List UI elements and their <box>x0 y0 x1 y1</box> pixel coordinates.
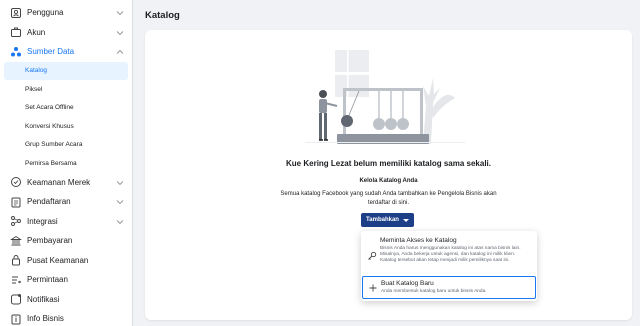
clipboard-icon <box>10 196 22 208</box>
lock-icon <box>10 254 22 266</box>
sidebar-item-pendaftaran[interactable]: Pendaftaran <box>0 192 132 212</box>
menu-item-description: Bisnis Anda harus menggunakan katalog in… <box>380 246 521 264</box>
bank-icon <box>10 235 22 247</box>
sidebar-item-label: Pusat Keamanan <box>27 255 89 265</box>
sidebar-item-akun[interactable]: Akun <box>0 23 132 43</box>
sidebar-subitem-grup-sumber-acara[interactable]: Grup Sumber Acara <box>0 136 132 155</box>
integration-icon <box>10 215 22 227</box>
users-icon <box>10 7 22 19</box>
data-sources-icon <box>10 46 22 58</box>
sidebar-subitem-piksel[interactable]: Piksel <box>0 80 132 99</box>
sidebar-item-label: Info Bisnis <box>27 314 64 324</box>
sidebar-item-label: Notifikasi <box>27 294 60 304</box>
sidebar-item-notifikasi[interactable]: Notifikasi <box>0 290 132 310</box>
chevron-down-icon <box>116 11 124 16</box>
newtons-cradle-illustration <box>305 50 465 144</box>
key-icon <box>368 251 377 260</box>
sidebar-item-label: Sumber Data <box>27 47 75 57</box>
sidebar-subitem-katalog[interactable]: Katalog <box>4 61 128 80</box>
shield-icon <box>10 176 22 188</box>
sidebar-item-sumber-data[interactable]: Sumber Data <box>0 42 132 62</box>
sidebar-item-info-bisnis[interactable]: Info Bisnis <box>0 309 132 326</box>
add-button[interactable]: Tambahkan <box>361 213 414 227</box>
page-title: Katalog <box>145 10 180 21</box>
menu-item-description: Anda membentuk katalog baru untuk bisnis… <box>381 289 487 294</box>
sidebar-subitem-set-acara-offline[interactable]: Set Acara Offline <box>0 99 132 118</box>
menu-item-title: Meminta Akses ke Katalog <box>380 237 457 244</box>
sidebar-item-pembayaran[interactable]: Pembayaran <box>0 231 132 251</box>
manage-catalog-description: Semua katalog Facebook yang sudah Anda t… <box>280 191 497 206</box>
sidebar-item-label: Permintaan <box>27 275 68 285</box>
add-dropdown-menu: Meminta Akses ke Katalog Bisnis Anda har… <box>361 231 537 301</box>
chevron-down-icon <box>116 219 124 224</box>
sidebar-subitem-pemirsa-bersama[interactable]: Pemirsa Bersama <box>0 154 132 173</box>
sidebar-item-pengguna[interactable]: Pengguna <box>0 3 132 23</box>
sidebar-item-permintaan[interactable]: Permintaan <box>0 270 132 290</box>
sidebar-item-label: Pembayaran <box>27 236 73 246</box>
notification-icon <box>10 293 22 305</box>
sidebar-item-label: Akun <box>27 27 46 37</box>
sidebar-item-label: Integrasi <box>27 216 58 226</box>
request-icon <box>10 274 22 286</box>
menu-item-title: Buat Katalog Baru <box>381 280 434 287</box>
sidebar-item-label: Keamanan Merek <box>27 177 91 187</box>
menu-item-create-catalog[interactable]: Buat Katalog Baru Anda membentuk katalog… <box>362 276 536 299</box>
menu-item-request-access[interactable]: Meminta Akses ke Katalog Bisnis Anda har… <box>361 231 537 275</box>
chevron-down-icon <box>116 200 124 205</box>
sidebar-item-label: Pengguna <box>27 8 64 18</box>
sidebar-item-integrasi[interactable]: Integrasi <box>0 212 132 232</box>
sidebar-item-pusat-keamanan[interactable]: Pusat Keamanan <box>0 251 132 271</box>
caret-down-icon <box>402 218 409 222</box>
empty-state-title: Kue Kering Lezat belum memiliki katalog … <box>286 159 491 168</box>
manage-catalog-title: Kelola Katalog Anda <box>359 178 418 184</box>
sidebar-subitem-konversi-khusus[interactable]: Konversi Khusus <box>0 117 132 136</box>
briefcase-icon <box>10 26 22 38</box>
chevron-down-icon <box>116 180 124 185</box>
info-icon <box>10 313 22 325</box>
chevron-up-icon <box>116 49 124 54</box>
sidebar-item-label: Pendaftaran <box>27 197 71 207</box>
sidebar-item-keamanan-merek[interactable]: Keamanan Merek <box>0 173 132 193</box>
plus-icon <box>369 284 377 292</box>
sidebar: Pengguna Akun Sumber Data Katalog Piksel… <box>0 0 133 326</box>
add-button-label: Tambahkan <box>366 217 399 223</box>
chevron-down-icon <box>116 30 124 35</box>
